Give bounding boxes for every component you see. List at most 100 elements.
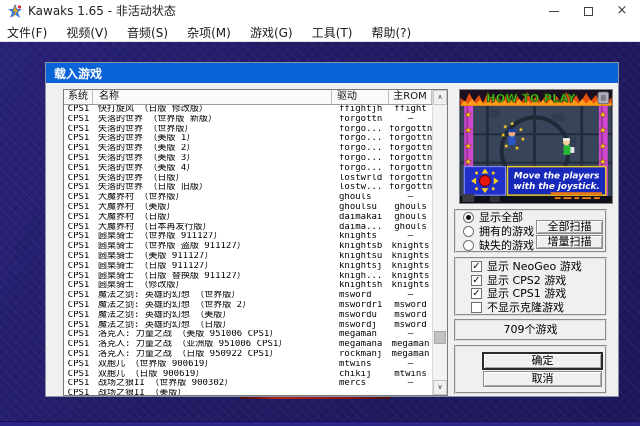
table-row[interactable]: CPS1大魔界村 （世界版）ghouls—: [64, 193, 432, 203]
cell-nm: 双胞儿 （日版 900619）: [93, 370, 332, 380]
cell-nm: 失落的世界 （日版 旧版）: [93, 183, 332, 193]
checkbox-show-cps1[interactable]: ✓ 显示 CPS1 游戏: [471, 287, 566, 299]
minimize-button[interactable]: [537, 0, 571, 22]
cell-drv: forgo...: [332, 125, 389, 135]
game-count-text: 709个游戏: [456, 321, 605, 339]
cell-sys: CPS1: [64, 134, 93, 144]
table-row[interactable]: CPS1快打旋风 （日版 修改版）ffightjhffight: [64, 105, 432, 115]
scroll-down-button[interactable]: ∨: [433, 380, 447, 395]
load-game-dialog: 载入游戏 系统 名称 驱动 主ROM CPS1快打旋风 （日版 修改版）ffig…: [45, 62, 619, 397]
table-row[interactable]: CPS1双胞儿 （日版 900619）chikijmtwins: [64, 370, 432, 380]
close-icon: ×: [617, 0, 628, 22]
scrollbar-thumb[interactable]: [434, 331, 446, 344]
column-header-name[interactable]: 名称: [93, 90, 332, 104]
table-row[interactable]: CPS1魔法之剑: 英雄的幻想 （世界版）msword—: [64, 291, 432, 301]
table-row[interactable]: CPS1魔法之剑: 英雄的幻想 （日版）mswordjmsword: [64, 321, 432, 331]
table-row[interactable]: CPS1战场之狼II （世界版 900302）mercs—: [64, 379, 432, 389]
table-row[interactable]: CPS1洛克人: 力量之战 （亚洲版 951006 CPS1）megamanam…: [64, 340, 432, 350]
table-row[interactable]: CPS1失落的世界 （日版 旧版）lostw...forgottn: [64, 183, 432, 193]
checkbox-hide-clones[interactable]: 不显示克隆游戏: [471, 301, 564, 313]
scan-incremental-button[interactable]: 增量扫描: [536, 235, 603, 249]
cell-drv: [332, 389, 389, 395]
table-row[interactable]: CPS1战场之狼II （美版）: [64, 389, 432, 395]
cell-sys: CPS1: [64, 115, 93, 125]
checkbox-icon: ✓: [471, 261, 482, 272]
cell-rom: —: [389, 379, 432, 389]
scroll-up-button[interactable]: ∧: [433, 90, 447, 105]
cell-drv: forgottn: [332, 115, 389, 125]
table-row[interactable]: CPS1圆桌骑士 （世界版 盗版 911127）knightsbknights: [64, 242, 432, 252]
cell-nm: 失落的世界 （美版 2）: [93, 144, 332, 154]
cell-nm: 圆桌骑士 （美版 911127）: [93, 252, 332, 262]
scan-all-button[interactable]: 全部扫描: [536, 220, 603, 234]
table-row[interactable]: CPS1魔法之剑: 英雄的幻想 （世界版 2）mswordr1msword: [64, 301, 432, 311]
game-list-rows: CPS1快打旋风 （日版 修改版）ffightjhffightCPS1失落的世界…: [64, 105, 432, 395]
column-header-system[interactable]: 系统: [64, 90, 93, 104]
cell-nm: 大魔界村 （日版）: [93, 213, 332, 223]
table-row[interactable]: CPS1圆桌骑士 （日版 替换版 911127）knigh...knights: [64, 272, 432, 282]
cell-rom: mtwins: [389, 370, 432, 380]
table-row[interactable]: CPS1双胞儿 （世界版 900619）mtwins—: [64, 360, 432, 370]
table-row[interactable]: CPS1失落的世界 （世界版 新版）forgottn—: [64, 115, 432, 125]
menu-item-audio[interactable]: 音频(S): [120, 23, 175, 43]
cell-rom: [389, 389, 432, 395]
menu-item-file[interactable]: 文件(F): [0, 23, 54, 43]
window-titlebar[interactable]: Kawaks 1.65 - 非活动状态 ×: [0, 0, 640, 22]
svg-text:★: ★: [518, 126, 523, 133]
table-row[interactable]: CPS1洛克人: 力量之战 （日版 950922 CPS1）rockmanjme…: [64, 350, 432, 360]
table-row[interactable]: CPS1大魔界村 （日本再发行版）daima...ghouls: [64, 223, 432, 233]
table-row[interactable]: CPS1失落的世界 （美版 4）forgo...forgottn: [64, 164, 432, 174]
cell-drv: forgo...: [332, 134, 389, 144]
cell-sys: CPS1: [64, 183, 93, 193]
window-title: Kawaks 1.65 - 非活动状态: [28, 0, 176, 22]
table-row[interactable]: CPS1大魔界村 （日版）daimakaighouls: [64, 213, 432, 223]
menu-item-help[interactable]: 帮助(?): [365, 23, 419, 43]
table-row[interactable]: CPS1圆桌骑士 （修改版）knightshknights: [64, 281, 432, 291]
cell-nm: 战场之狼II （世界版 900302）: [93, 379, 332, 389]
menu-item-tools[interactable]: 工具(T): [305, 23, 360, 43]
cell-sys: CPS1: [64, 291, 93, 301]
radio-show-all[interactable]: 显示全部: [463, 211, 523, 223]
how-to-play-screen: ★★★★★ ★★★★★ HOW TO PLAY: [460, 90, 612, 203]
cell-nm: 大魔界村 （日本再发行版）: [93, 223, 332, 233]
cell-nm: 魔法之剑: 英雄的幻想 （美版）: [93, 311, 332, 321]
close-button[interactable]: ×: [605, 0, 639, 22]
cell-drv: mercs: [332, 379, 389, 389]
svg-text:★: ★: [514, 145, 519, 152]
game-list: 系统 名称 驱动 主ROM CPS1快打旋风 （日版 修改版）ffightjhf…: [63, 89, 448, 396]
checkbox-show-neogeo[interactable]: ✓ 显示 NeoGeo 游戏: [471, 260, 582, 272]
table-row[interactable]: CPS1失落的世界 （美版 3）forgo...forgottn: [64, 154, 432, 164]
radio-icon: [463, 226, 474, 237]
cell-nm: 圆桌骑士 （日版 替换版 911127）: [93, 272, 332, 282]
column-header-mainrom[interactable]: 主ROM: [389, 90, 432, 104]
table-row[interactable]: CPS1大魔界村 （美版）ghoulsughouls: [64, 203, 432, 213]
table-row[interactable]: CPS1洛克人: 力量之战 （美版 951006 CPS1）megaman—: [64, 330, 432, 340]
cell-rom: knights: [389, 252, 432, 262]
table-row[interactable]: CPS1失落的世界 （日版）lostwrldforgottn: [64, 174, 432, 184]
table-row[interactable]: CPS1圆桌骑士 （日版 911127）knightsjknights: [64, 262, 432, 272]
menu-item-video[interactable]: 视频(V): [59, 23, 115, 43]
maximize-button[interactable]: [571, 0, 605, 22]
caption-box: Move the players with the joystick.: [508, 167, 606, 195]
dialog-titlebar[interactable]: 载入游戏: [46, 63, 618, 83]
radio-missing-games[interactable]: 缺失的游戏: [463, 239, 534, 251]
cell-sys: CPS1: [64, 379, 93, 389]
table-row[interactable]: CPS1魔法之剑: 英雄的幻想 （美版）mswordumsword: [64, 311, 432, 321]
list-header: 系统 名称 驱动 主ROM: [64, 90, 432, 105]
column-header-driver[interactable]: 驱动: [332, 90, 389, 104]
table-row[interactable]: CPS1失落的世界 （美版 1）forgo...forgottn: [64, 134, 432, 144]
cell-sys: CPS1: [64, 301, 93, 311]
table-row[interactable]: CPS1圆桌骑士 （世界版 911127）knights—: [64, 232, 432, 242]
cell-sys: CPS1: [64, 223, 93, 233]
menu-item-game[interactable]: 游戏(G): [243, 23, 300, 43]
table-row[interactable]: CPS1失落的世界 （世界版）forgo...forgottn: [64, 125, 432, 135]
menu-item-misc[interactable]: 杂项(M): [180, 23, 238, 43]
list-scrollbar[interactable]: ∧ ∨: [432, 90, 447, 395]
cell-nm: 失落的世界 （美版 1）: [93, 134, 332, 144]
cell-drv: ffightjh: [332, 105, 389, 115]
table-row[interactable]: CPS1圆桌骑士 （美版 911127）knightsuknights: [64, 252, 432, 262]
cancel-button[interactable]: 取消: [483, 371, 602, 387]
table-row[interactable]: CPS1失落的世界 （美版 2）forgo...forgottn: [64, 144, 432, 154]
ok-button[interactable]: 确定: [483, 353, 602, 369]
radio-owned-games[interactable]: 拥有的游戏: [463, 225, 534, 237]
